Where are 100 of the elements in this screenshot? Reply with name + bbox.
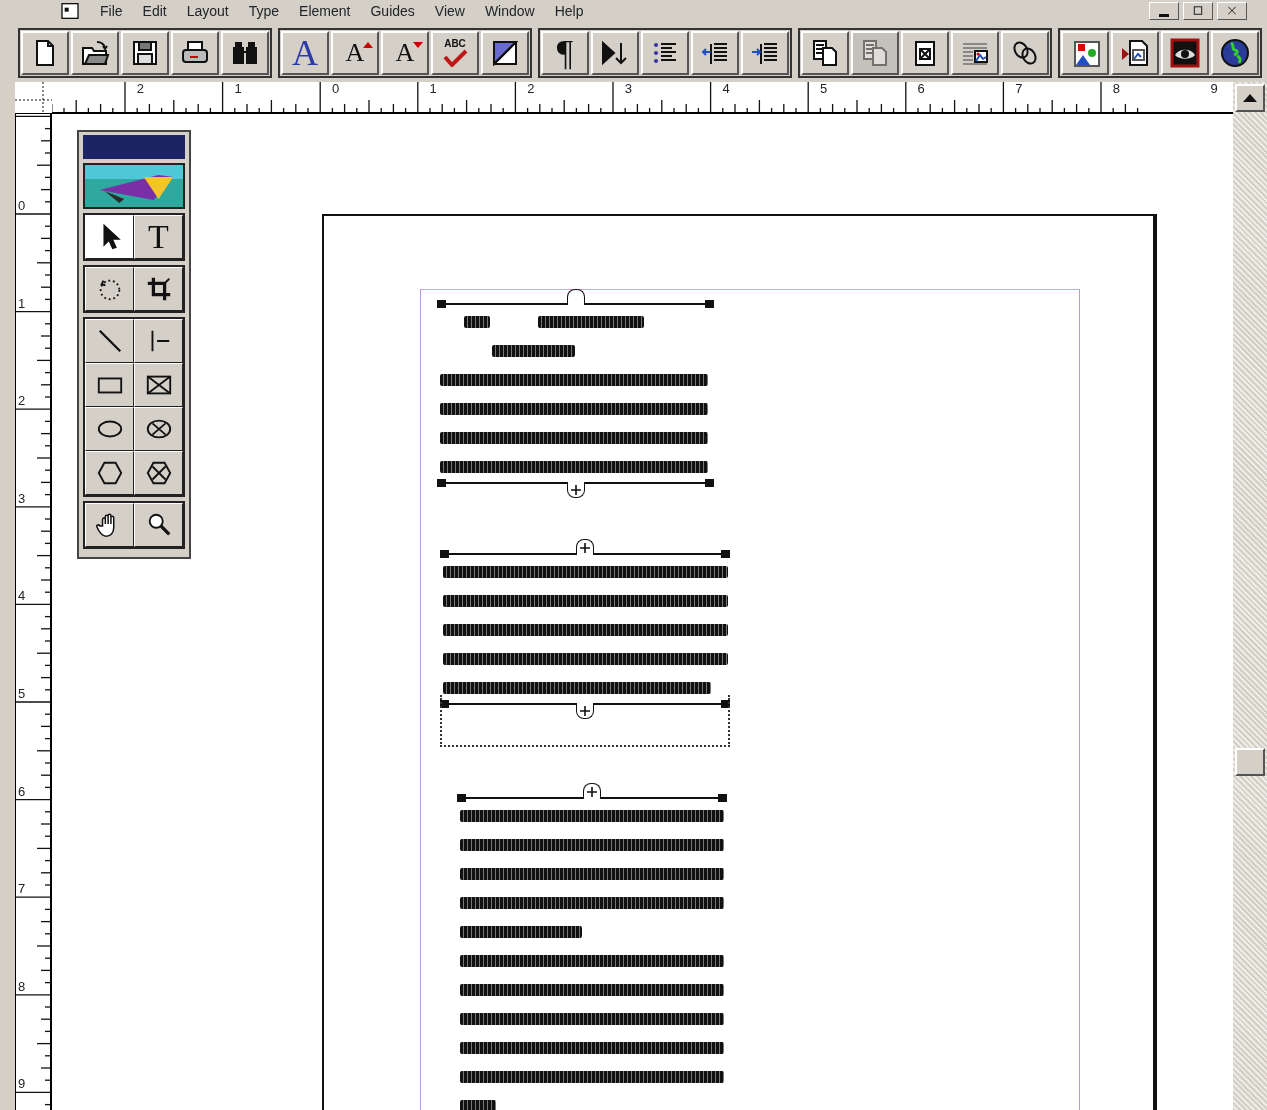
menu-item[interactable]: Layout	[176, 0, 239, 22]
windowshade-handle[interactable]	[437, 299, 714, 309]
constrained-line-tool[interactable]	[134, 319, 183, 363]
ruler-number: 0	[331, 82, 341, 96]
windowshade-handle[interactable]	[437, 478, 714, 488]
maximize-button[interactable]	[1183, 2, 1213, 20]
ruler-number: 1	[234, 82, 243, 96]
place-image-button[interactable]	[951, 31, 999, 75]
plus-icon	[580, 705, 590, 716]
hexagon-frame-icon	[144, 459, 173, 487]
printer-button[interactable]	[171, 31, 219, 75]
windowshade-handle[interactable]	[440, 699, 730, 709]
scroll-thumb[interactable]	[1235, 748, 1265, 776]
ruler-number: 6	[18, 784, 26, 798]
greeked-text	[460, 1100, 496, 1110]
empty-handle-icon[interactable]	[566, 289, 585, 305]
greeked-text	[464, 316, 490, 328]
export-image-icon	[1120, 38, 1150, 68]
menu-item[interactable]: Element	[289, 0, 361, 22]
bulleted-list-button[interactable]	[641, 31, 689, 75]
chain-links-button[interactable]	[1001, 31, 1049, 75]
rectangle-frame-tool[interactable]	[134, 363, 183, 407]
menu-item[interactable]: View	[424, 0, 475, 22]
plus-handle-icon[interactable]	[583, 783, 601, 799]
ruler-number: 4	[18, 589, 26, 603]
menu-item[interactable]: Edit	[132, 0, 177, 22]
ruler-number: 3	[18, 491, 26, 505]
arrow-pointer-tool[interactable]	[85, 215, 134, 259]
ruler-number: 7	[18, 882, 26, 896]
document-button[interactable]	[21, 31, 69, 75]
ruler-number: 8	[18, 979, 26, 993]
folder-icon	[80, 38, 110, 68]
ruler-number: 8	[1112, 82, 1121, 96]
folder-button[interactable]	[71, 31, 119, 75]
decrease-size-button[interactable]: A	[381, 31, 429, 75]
text-flow-button[interactable]	[591, 31, 639, 75]
app-menu-icon[interactable]	[60, 1, 80, 21]
maximize-icon	[1191, 4, 1205, 18]
ruler-origin[interactable]	[15, 82, 52, 114]
menu-item[interactable]: Window	[474, 0, 545, 22]
magnifier-tool[interactable]	[134, 503, 183, 547]
menu-item[interactable]: File	[90, 0, 133, 22]
plus-handle-icon[interactable]	[566, 482, 585, 498]
fill-stroke-button[interactable]	[481, 31, 529, 75]
export-image-button[interactable]	[1111, 31, 1159, 75]
hexagon-icon	[95, 459, 124, 487]
up-arrow-icon	[1243, 94, 1257, 102]
windowshade-handle[interactable]	[440, 549, 730, 559]
ruler-number: 2	[527, 82, 536, 96]
text-tool[interactable]: T	[134, 215, 183, 259]
ruler-number: 1	[429, 82, 438, 96]
plus-handle-icon[interactable]	[576, 703, 594, 719]
binoculars-button[interactable]	[221, 31, 269, 75]
diagonal-line-tool[interactable]	[85, 319, 134, 363]
scroll-up-button[interactable]	[1235, 84, 1265, 112]
triangle-icon	[413, 42, 424, 48]
shapes-button[interactable]	[1061, 31, 1109, 75]
floppy-disk-button[interactable]	[121, 31, 169, 75]
ellipse-tool[interactable]	[85, 407, 134, 451]
minimize-button[interactable]	[1149, 2, 1179, 20]
ellipse-frame-tool[interactable]	[134, 407, 183, 451]
indent-button[interactable]	[741, 31, 789, 75]
copy-icon	[810, 38, 840, 68]
text-button[interactable]: A	[281, 31, 329, 75]
eye-button[interactable]	[1161, 31, 1209, 75]
minimize-icon	[1159, 13, 1169, 17]
copy-button[interactable]	[801, 31, 849, 75]
menu-item[interactable]: Help	[544, 0, 594, 22]
check-mark-icon	[442, 49, 468, 68]
fill-stroke-icon	[490, 38, 520, 68]
menu-item[interactable]: Guides	[360, 0, 425, 22]
ruler-number: 9	[1210, 82, 1219, 96]
ruler-number: 7	[1015, 82, 1024, 96]
menu-item[interactable]: Type	[238, 0, 290, 22]
ruler-number: 3	[624, 82, 633, 96]
plus-handle-icon[interactable]	[576, 539, 594, 555]
text-button[interactable]: ¶	[541, 31, 589, 75]
ruler-number: 1	[18, 296, 26, 310]
plus-icon	[570, 484, 581, 495]
globe-button[interactable]	[1211, 31, 1259, 75]
plus-icon	[580, 542, 590, 553]
windowshade-handle[interactable]	[457, 793, 727, 803]
hand-tool[interactable]	[85, 503, 134, 547]
rectangle-tool[interactable]	[85, 363, 134, 407]
ruler-number: 4	[722, 82, 731, 96]
close-button[interactable]	[1217, 2, 1247, 20]
ruler-number: 5	[18, 687, 26, 700]
outdent-button[interactable]	[691, 31, 739, 75]
hexagon-frame-tool[interactable]	[134, 451, 183, 495]
rotate-tool[interactable]	[85, 267, 134, 311]
increase-size-button[interactable]: A	[331, 31, 379, 75]
ruler-number: 6	[917, 82, 926, 96]
hexagon-tool[interactable]	[85, 451, 134, 495]
ruler-number: 2	[136, 82, 145, 96]
frame-button[interactable]	[901, 31, 949, 75]
globe-icon	[1220, 38, 1250, 68]
ruler-number: 5	[819, 82, 829, 96]
spell-check-button[interactable]: ABC	[431, 31, 479, 75]
text-flow-icon	[600, 38, 630, 68]
crop-tool[interactable]	[134, 267, 183, 311]
